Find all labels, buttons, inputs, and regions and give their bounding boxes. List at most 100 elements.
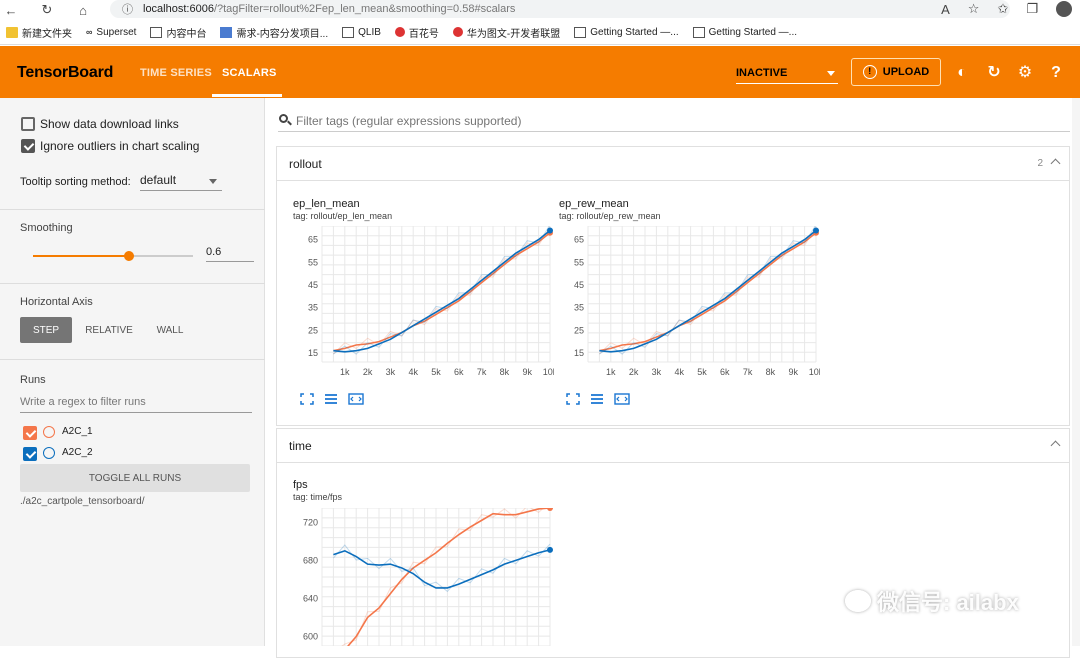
series-line [599, 229, 817, 353]
run-checkbox-a2c-2[interactable] [23, 447, 37, 461]
download-links-checkbox[interactable] [21, 117, 35, 131]
favorites-icon[interactable]: ✩ [997, 1, 1008, 17]
watermark-text: 微信号: ailabx [877, 590, 1019, 615]
url-field[interactable]: ⓘ localhost:6006 /?tagFilter=rollout%2Fe… [110, 0, 1010, 18]
tag-filter-input[interactable]: Filter tags (regular expressions support… [278, 110, 1070, 132]
bookmark-item[interactable]: 华为图文-开发者联盟 [452, 25, 560, 40]
chevron-up-icon[interactable] [1050, 440, 1061, 451]
read-aloud-icon[interactable]: A [941, 2, 950, 17]
url-path: /?tagFilter=rollout%2Fep_len_mean&smooth… [213, 3, 516, 15]
theme-icon[interactable]: ◐ [953, 64, 971, 82]
x-tick-label: 7k [743, 367, 753, 377]
bookmark-item[interactable]: 内容中台 [150, 25, 206, 40]
x-tick-label: 5k [697, 367, 707, 377]
y-tick-label: 45 [574, 280, 584, 290]
chart-fps[interactable]: 600 640 680 720 [288, 508, 554, 646]
x-tick-label: 1k [340, 367, 350, 377]
collections-icon[interactable]: ❐ [1026, 1, 1038, 17]
reload-icon[interactable]: ↻ [36, 2, 58, 18]
bookmark-item[interactable]: QLIB [342, 26, 381, 38]
axis-wall-button[interactable]: WALL [146, 317, 194, 343]
axis-step-button[interactable]: STEP [20, 317, 72, 343]
ignore-outliers-label: Ignore outliers in chart scaling [40, 139, 200, 153]
run-color-dot[interactable] [43, 447, 55, 459]
smoothing-slider[interactable] [33, 251, 193, 261]
x-tick-label: 3k [652, 367, 662, 377]
reload-icon[interactable]: ↻ [985, 64, 1003, 82]
data-table-icon[interactable] [324, 392, 338, 404]
x-tick-label: 10k [543, 367, 554, 377]
runs-title: Runs [20, 374, 46, 386]
bookmark-item[interactable]: Getting Started —... [692, 26, 797, 38]
series-end-point [547, 508, 553, 511]
home-icon[interactable]: ⌂ [72, 3, 94, 18]
x-tick-label: 8k [766, 367, 776, 377]
chart-title: ep_rew_mean [559, 198, 629, 210]
bookmark-item[interactable]: ∞ Superset [86, 27, 136, 38]
url-host: localhost:6006 [143, 3, 214, 15]
watermark: 微信号: ailabx [845, 585, 1019, 617]
series-end-point [547, 227, 553, 234]
doc-icon [150, 26, 163, 38]
active-tab-indicator [212, 94, 282, 97]
scrollbar[interactable] [1072, 98, 1080, 646]
x-tick-label: 9k [522, 367, 532, 377]
x-tick-label: 1k [606, 367, 616, 377]
x-tick-label: 2k [363, 367, 373, 377]
y-tick-label: 55 [574, 257, 584, 267]
toggle-all-runs-button[interactable]: TOGGLE ALL RUNS [20, 464, 250, 492]
x-tick-label: 5k [431, 367, 441, 377]
y-tick-label: 600 [303, 631, 318, 641]
run-status-select[interactable]: INACTIVE [736, 64, 838, 84]
chart-tag: tag: time/fps [293, 492, 343, 502]
y-tick-label: 25 [574, 325, 584, 335]
back-icon[interactable]: ← [0, 3, 22, 18]
horizontal-axis-title: Horizontal Axis [20, 296, 93, 308]
data-table-icon[interactable] [590, 392, 604, 404]
series-line [333, 549, 551, 589]
x-tick-label: 6k [720, 367, 730, 377]
x-tick-label: 4k [674, 367, 684, 377]
bookmark-item[interactable]: 新建文件夹 [6, 25, 72, 40]
ignore-outliers-checkbox[interactable] [21, 139, 35, 153]
chart-ep-len-mean[interactable]: 15 25 35 45 55 65 1k 2k 3k 4k 5k 6k 7k 8k 9k 10k [288, 226, 554, 391]
tab-scalars[interactable]: SCALARS [222, 67, 277, 79]
favorite-icon[interactable]: ☆ [968, 1, 980, 17]
runs-filter-input[interactable]: Write a regex to filter runs [20, 396, 252, 413]
tab-time-series[interactable]: TIME SERIES [140, 67, 212, 79]
chart-ep-rew-mean[interactable]: 15 25 35 45 55 65 1k 2k 3k 4k 5k 6k 7k 8k 9k 10k [554, 226, 820, 391]
x-tick-label: 9k [788, 367, 798, 377]
slider-thumb[interactable] [124, 251, 134, 261]
info-icon[interactable]: ⓘ [122, 1, 133, 17]
y-tick-label: 45 [308, 280, 318, 290]
settings-section: Show data download links Ignore outliers… [0, 98, 265, 210]
avatar[interactable] [1056, 1, 1072, 17]
x-tick-label: 7k [477, 367, 487, 377]
chevron-up-icon[interactable] [1050, 158, 1061, 169]
bookmark-item[interactable]: Getting Started —... [574, 26, 679, 38]
fullscreen-icon[interactable] [566, 392, 580, 405]
run-checkbox-a2c-1[interactable] [23, 426, 37, 440]
smoothing-input[interactable]: 0.6 [206, 246, 254, 262]
huawei-icon [394, 27, 405, 37]
doc-icon [220, 26, 233, 38]
smoothing-title: Smoothing [20, 222, 73, 234]
gear-icon[interactable]: ⚙ [1016, 64, 1034, 82]
chart-title: ep_len_mean [293, 198, 360, 210]
axis-relative-button[interactable]: RELATIVE [80, 317, 138, 343]
x-tick-label: 2k [629, 367, 639, 377]
fullscreen-icon[interactable] [300, 392, 314, 405]
fit-domain-icon[interactable] [348, 392, 364, 405]
bookmark-item[interactable]: 需求-内容分发项目... [220, 25, 328, 40]
fit-domain-icon[interactable] [614, 392, 630, 405]
series-end-point [813, 227, 819, 234]
run-color-dot[interactable] [43, 426, 55, 438]
upload-button[interactable]: ! UPLOAD [851, 58, 941, 86]
bookmark-item[interactable]: 百花号 [394, 25, 439, 40]
help-icon[interactable]: ? [1047, 64, 1065, 82]
tooltip-sort-select[interactable]: default [140, 173, 222, 191]
group-header[interactable]: time [277, 429, 1069, 463]
browser-address-bar: ← ↻ ⌂ ⓘ localhost:6006 /?tagFilter=rollo… [0, 0, 1080, 20]
y-tick-label: 25 [308, 325, 318, 335]
group-header[interactable]: rollout 2 [277, 147, 1069, 181]
